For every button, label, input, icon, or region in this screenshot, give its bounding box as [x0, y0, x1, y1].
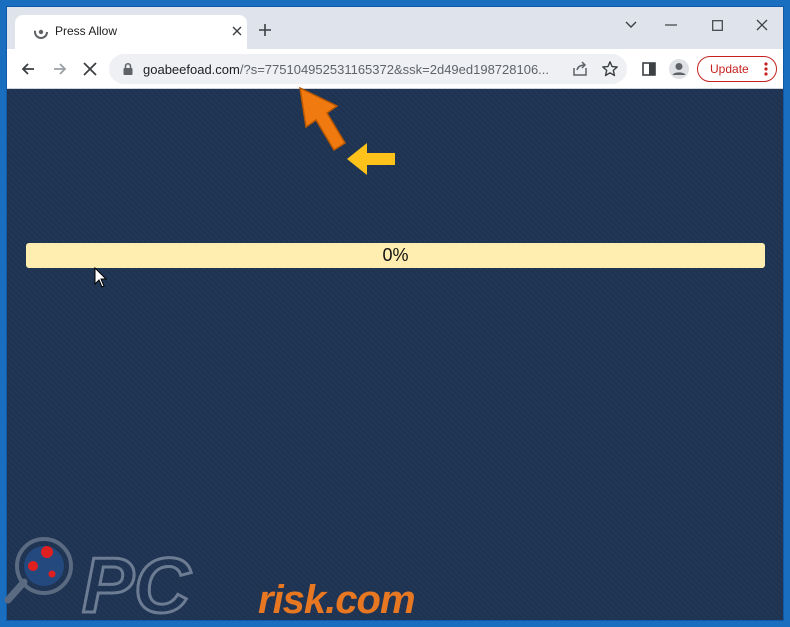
new-tab-icon[interactable] — [255, 20, 275, 40]
update-label: Update — [710, 62, 749, 76]
page-content: 0% — [7, 89, 783, 620]
bookmark-star-icon[interactable] — [601, 60, 619, 78]
tab-press-allow[interactable]: Press Allow — [15, 15, 247, 49]
watermark-brand-text: risk.com — [258, 578, 416, 622]
url-path: /?s=775104952531165372&ssk=2d49ed1987281… — [239, 62, 550, 77]
maximize-icon[interactable] — [695, 11, 739, 39]
tab-search-chevron-icon[interactable] — [609, 11, 653, 39]
stop-loading-icon[interactable] — [78, 57, 102, 81]
progress-text: 0% — [382, 245, 409, 265]
forward-icon[interactable] — [48, 57, 72, 81]
update-button[interactable]: Update — [697, 56, 777, 82]
side-panel-icon[interactable] — [637, 57, 661, 81]
more-menu-icon[interactable] — [764, 62, 768, 76]
url-text[interactable]: goabeefoad.com/?s=775104952531165372&ssk… — [143, 62, 567, 77]
minimize-icon[interactable] — [649, 11, 693, 39]
profile-avatar-icon[interactable] — [667, 57, 691, 81]
lock-icon[interactable] — [121, 62, 135, 76]
tab-close-icon[interactable] — [227, 21, 247, 41]
tab-title: Press Allow — [55, 24, 118, 38]
tab-strip: Press Allow — [7, 7, 783, 49]
address-bar[interactable]: goabeefoad.com/?s=775104952531165372&ssk… — [109, 54, 627, 84]
browser-toolbar: goabeefoad.com/?s=775104952531165372&ssk… — [7, 49, 783, 89]
progress-bar: 0% — [26, 243, 765, 268]
back-icon[interactable] — [16, 57, 40, 81]
browser-window: Press Allow goabeefoad.com/?s=7751049525… — [6, 6, 784, 621]
loading-favicon-icon — [34, 25, 48, 39]
close-window-icon[interactable] — [740, 11, 783, 39]
url-domain: goabeefoad.com — [143, 62, 240, 77]
share-icon[interactable] — [571, 60, 589, 78]
